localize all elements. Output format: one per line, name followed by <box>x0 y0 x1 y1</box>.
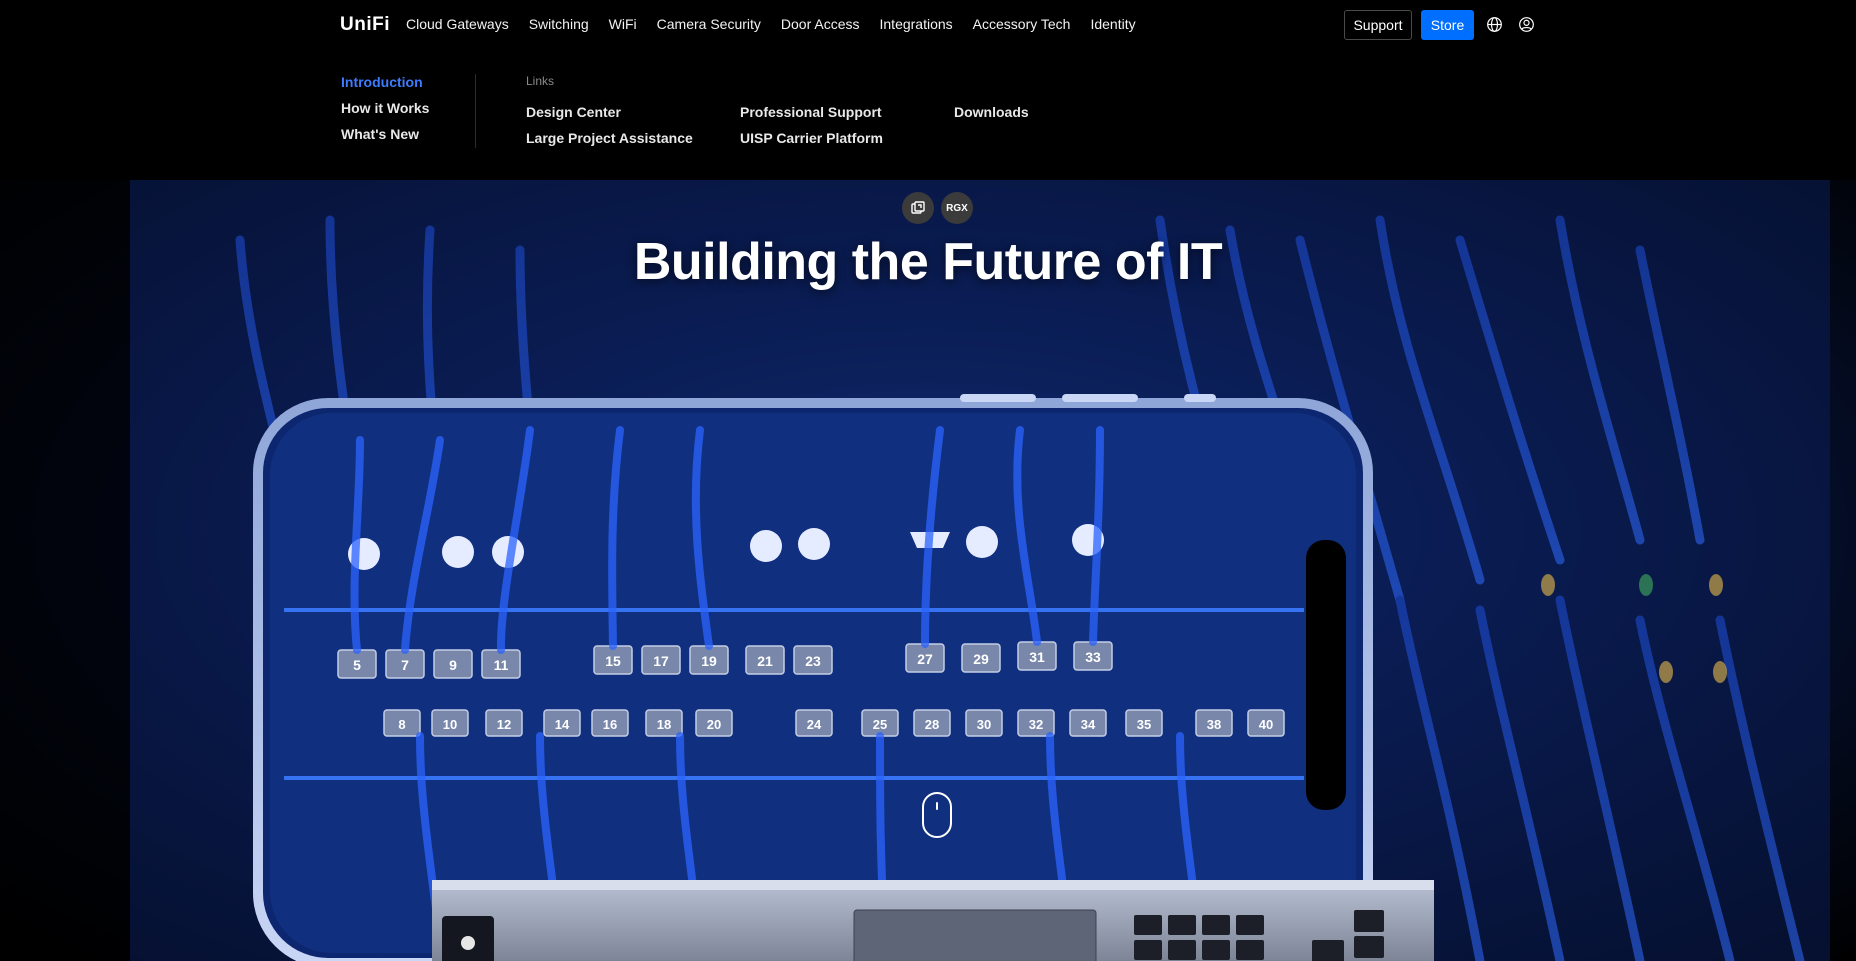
link-downloads[interactable]: Downloads <box>954 104 1029 120</box>
port-number: 40 <box>1259 717 1273 732</box>
link-uisp-carrier-platform[interactable]: UISP Carrier Platform <box>740 130 883 146</box>
nav-item-camera-security[interactable]: Camera Security <box>657 16 761 32</box>
port-number: 19 <box>701 653 717 669</box>
port-number: 23 <box>805 653 821 669</box>
hero-section: 5 7 9 11 15 17 19 21 23 27 29 31 33 8 10… <box>0 180 1856 961</box>
port-number: 14 <box>555 717 570 732</box>
port-number: 9 <box>449 657 457 673</box>
port-number: 21 <box>757 653 773 669</box>
link-large-project-assistance[interactable]: Large Project Assistance <box>526 130 693 146</box>
port-number: 15 <box>605 653 621 669</box>
port-number: 30 <box>977 717 991 732</box>
globe-icon[interactable] <box>1486 16 1503 33</box>
hero-title: Building the Future of IT <box>633 233 1223 291</box>
port-number: 12 <box>497 717 511 732</box>
hero-server-rack-image: 5 7 9 11 15 17 19 21 23 27 29 31 33 8 10… <box>0 180 1830 961</box>
port-number: 35 <box>1137 717 1151 732</box>
submenu-item-introduction[interactable]: Introduction <box>341 74 429 90</box>
port-number: 34 <box>1081 717 1096 732</box>
store-button[interactable]: Store <box>1421 10 1474 40</box>
submenu-section-nav: Introduction How it Works What's New <box>341 74 429 142</box>
port-number: 25 <box>873 717 887 732</box>
submenu-item-whats-new[interactable]: What's New <box>341 126 429 142</box>
main-nav: Cloud Gateways Switching WiFi Camera Sec… <box>406 16 1136 32</box>
port-number: 29 <box>973 651 989 667</box>
port-number: 17 <box>653 653 669 669</box>
scroll-indicator-icon[interactable] <box>922 792 952 838</box>
unifi-logo[interactable]: UniFi <box>340 14 390 36</box>
port-number: 5 <box>353 657 361 673</box>
nav-item-cloud-gateways[interactable]: Cloud Gateways <box>406 16 509 32</box>
rgx-tag[interactable]: RGX <box>941 192 973 224</box>
compare-tag-icon[interactable] <box>902 192 934 224</box>
support-button[interactable]: Support <box>1344 10 1412 40</box>
nav-item-identity[interactable]: Identity <box>1090 16 1135 32</box>
top-nav: UniFi Cloud Gateways Switching WiFi Came… <box>0 0 1856 50</box>
nav-item-switching[interactable]: Switching <box>529 16 589 32</box>
user-account-icon[interactable] <box>1518 16 1535 33</box>
link-design-center[interactable]: Design Center <box>526 104 621 120</box>
port-number: 32 <box>1029 717 1043 732</box>
submenu-panel: Introduction How it Works What's New Lin… <box>0 50 1856 180</box>
nav-item-wifi[interactable]: WiFi <box>609 16 637 32</box>
port-number: 24 <box>807 717 822 732</box>
port-number: 28 <box>925 717 939 732</box>
link-professional-support[interactable]: Professional Support <box>740 104 882 120</box>
nav-item-integrations[interactable]: Integrations <box>880 16 953 32</box>
port-number: 20 <box>707 717 721 732</box>
links-heading: Links <box>526 74 555 88</box>
port-number: 38 <box>1207 717 1221 732</box>
submenu-item-how-it-works[interactable]: How it Works <box>341 100 429 116</box>
port-number: 10 <box>443 717 457 732</box>
nav-item-accessory-tech[interactable]: Accessory Tech <box>973 16 1071 32</box>
port-number: 8 <box>398 717 405 732</box>
port-number: 27 <box>917 651 933 667</box>
submenu-divider <box>475 74 476 148</box>
nav-item-door-access[interactable]: Door Access <box>781 16 860 32</box>
port-number: 18 <box>657 717 671 732</box>
port-number: 31 <box>1029 649 1045 665</box>
port-number: 11 <box>494 657 509 673</box>
port-number: 16 <box>603 717 617 732</box>
port-number: 33 <box>1085 649 1101 665</box>
port-number: 7 <box>401 657 409 673</box>
